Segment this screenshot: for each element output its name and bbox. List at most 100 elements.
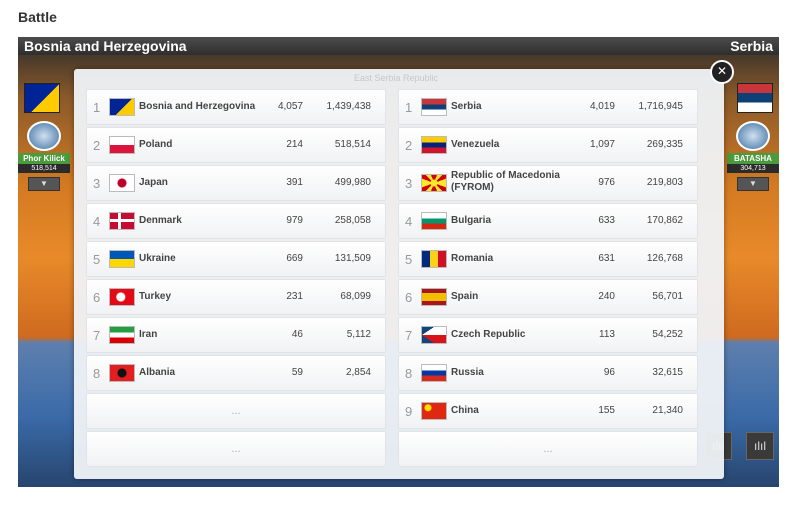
damage-total: 258,058 — [334, 215, 371, 226]
list-item: 8 Albania 59 2,854 — [86, 355, 386, 391]
right-hero-dropdown-button[interactable]: ▼ — [737, 177, 769, 191]
list-item: 4 Bulgaria 633 170,862 — [398, 203, 698, 239]
more-row[interactable]: ... — [86, 393, 386, 429]
more-row[interactable]: ... — [398, 431, 698, 467]
country-flag-icon — [109, 288, 135, 306]
left-hero-dropdown-button[interactable]: ▼ — [28, 177, 60, 191]
country-flag-icon — [421, 288, 447, 306]
rank-number: 5 — [93, 252, 101, 267]
kills-count: 1,097 — [589, 139, 615, 150]
list-item: 7 Iran 46 5,112 — [86, 317, 386, 353]
country-name[interactable]: Denmark — [139, 215, 257, 227]
country-name[interactable]: Bulgaria — [451, 215, 569, 227]
list-item: 5 Ukraine 669 131,509 — [86, 241, 386, 277]
left-hero-panel: Phor Kilick 518,514 ▼ — [18, 121, 70, 191]
damage-total: 32,615 — [652, 367, 683, 378]
country-flag-icon — [421, 212, 447, 230]
right-country-list: 1 Serbia 4,019 1,716,945 2 Venezuela 1,097 269,… — [398, 89, 698, 469]
avatar[interactable] — [27, 121, 61, 151]
close-icon[interactable]: ✕ — [710, 60, 734, 84]
list-item: 6 Spain 240 56,701 — [398, 279, 698, 315]
country-name[interactable]: Albania — [139, 367, 257, 379]
right-hero-name[interactable]: BATASHA — [727, 153, 779, 164]
country-name[interactable]: Venezuela — [451, 139, 569, 151]
list-item: 6 Turkey 231 68,099 — [86, 279, 386, 315]
left-side-flag — [24, 83, 60, 113]
country-flag-icon — [109, 98, 135, 116]
country-flag-icon — [109, 326, 135, 344]
country-flag-icon — [421, 364, 447, 382]
list-item: 3 Republic of Macedonia (FYROM) 976 219,803 — [398, 165, 698, 201]
damage-total: 126,768 — [646, 253, 683, 264]
list-item: 3 Japan 391 499,980 — [86, 165, 386, 201]
damage-total: 1,716,945 — [638, 101, 684, 112]
country-name[interactable]: Russia — [451, 367, 569, 379]
kills-count: 214 — [286, 139, 303, 150]
kills-count: 976 — [598, 177, 615, 188]
list-item: 1 Bosnia and Herzegovina 4,057 1,439,438 — [86, 89, 386, 125]
damage-total: 54,252 — [652, 329, 683, 340]
kills-count: 231 — [286, 291, 303, 302]
damage-total: 131,509 — [334, 253, 371, 264]
country-name[interactable]: Republic of Macedonia (FYROM) — [451, 170, 569, 194]
damage-total: 1,439,438 — [326, 101, 372, 112]
list-item: 7 Czech Republic 113 54,252 — [398, 317, 698, 353]
rank-number: 4 — [405, 214, 413, 229]
kills-count: 391 — [286, 177, 303, 188]
country-name[interactable]: Iran — [139, 329, 257, 341]
country-name[interactable]: Ukraine — [139, 253, 257, 265]
damage-total: 219,803 — [646, 177, 683, 188]
damage-total: 21,340 — [652, 405, 683, 416]
damage-total: 68,099 — [340, 291, 371, 302]
modal-region-title: East Serbia Republic — [354, 73, 439, 83]
rank-number: 7 — [405, 328, 413, 343]
list-item: 4 Denmark 979 258,058 — [86, 203, 386, 239]
country-name[interactable]: Czech Republic — [451, 329, 569, 341]
country-flag-icon — [421, 250, 447, 268]
country-flag-icon — [421, 174, 447, 192]
rank-number: 2 — [93, 138, 101, 153]
rank-number: 8 — [405, 366, 413, 381]
country-flag-icon — [421, 136, 447, 154]
damage-total: 56,701 — [652, 291, 683, 302]
country-damage-modal: East Serbia Republic 1 Bosnia and Herzego… — [74, 69, 724, 479]
country-name[interactable]: Serbia — [451, 101, 569, 113]
list-item: 2 Poland 214 518,514 — [86, 127, 386, 163]
rank-number: 3 — [405, 176, 413, 191]
country-name[interactable]: Bosnia and Herzegovina — [139, 101, 257, 113]
country-flag-icon — [109, 136, 135, 154]
kills-count: 113 — [599, 329, 615, 340]
list-item: 5 Romania 631 126,768 — [398, 241, 698, 277]
right-hero-panel: BATASHA 304,713 ▼ — [727, 121, 779, 191]
kills-count: 59 — [291, 367, 303, 378]
kills-count: 155 — [598, 405, 615, 416]
list-item: 8 Russia 96 32,615 — [398, 355, 698, 391]
rank-number: 2 — [405, 138, 413, 153]
country-name[interactable]: Turkey — [139, 291, 257, 303]
country-name[interactable]: Poland — [139, 139, 257, 151]
avatar[interactable] — [736, 121, 770, 151]
country-name[interactable]: Romania — [451, 253, 569, 265]
country-flag-icon — [421, 98, 447, 116]
rank-number: 3 — [93, 176, 101, 191]
damage-total: 269,335 — [646, 139, 683, 150]
kills-count: 46 — [291, 329, 303, 340]
country-name[interactable]: China — [451, 405, 569, 417]
kills-count: 631 — [598, 253, 615, 264]
stats-icon[interactable]: ılıl — [746, 432, 774, 460]
left-hero-name[interactable]: Phor Kilick — [18, 153, 70, 164]
country-flag-icon — [109, 250, 135, 268]
country-name[interactable]: Spain — [451, 291, 569, 303]
rank-number: 6 — [405, 290, 413, 305]
kills-count: 240 — [598, 291, 615, 302]
rank-number: 7 — [93, 328, 101, 343]
left-country-list: 1 Bosnia and Herzegovina 4,057 1,439,438 2 Po… — [86, 89, 386, 469]
list-item: 9 China 155 21,340 — [398, 393, 698, 429]
rank-number: 9 — [405, 404, 413, 419]
country-name[interactable]: Japan — [139, 177, 257, 189]
more-row[interactable]: ... — [86, 431, 386, 467]
left-side-name: Bosnia and Herzegovina — [24, 38, 187, 54]
damage-total: 5,112 — [346, 329, 371, 340]
right-side-flag — [737, 83, 773, 113]
battle-header-bar: Bosnia and Herzegovina Serbia — [18, 37, 779, 55]
